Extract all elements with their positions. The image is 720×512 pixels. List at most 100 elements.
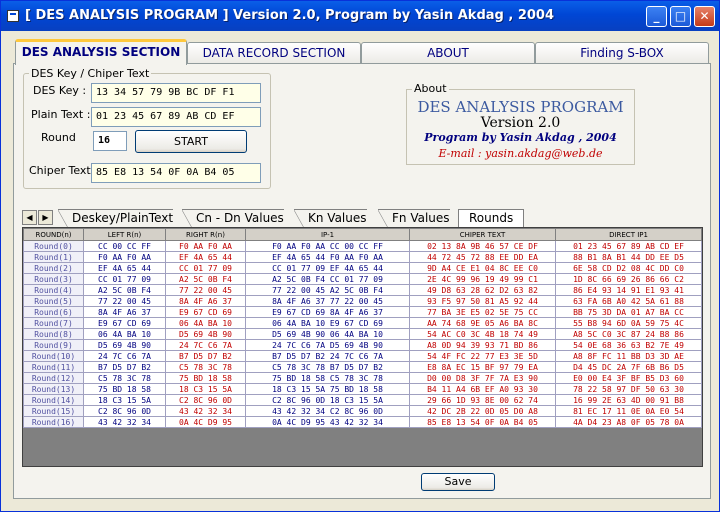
- table-cell[interactable]: A2 5C 0B F4: [165, 273, 246, 285]
- table-cell[interactable]: 16 99 2E 63 4D 00 91 B8: [555, 394, 702, 406]
- table-cell[interactable]: C5 78 3C 78: [165, 361, 246, 373]
- table-cell[interactable]: F0 AA F0 AA: [83, 251, 166, 263]
- subtab-deskey-plaintext[interactable]: Deskey/PlainText: [58, 209, 174, 228]
- table-row[interactable]: Round(5) 77 22 00 45 8A 4F A6 37 8A 4F A6 3…: [23, 295, 702, 307]
- table-cell[interactable]: EF 4A 65 44 F0 AA F0 AA: [245, 251, 410, 263]
- table-cell[interactable]: C5 78 3C 78: [83, 372, 166, 384]
- table-cell[interactable]: Round(13): [23, 383, 84, 395]
- tab-des-analysis[interactable]: DES ANALYSIS SECTION: [15, 39, 187, 65]
- table-row[interactable]: Round(8) 06 4A BA 10 D5 69 4B 90 D5 69 4B 9…: [23, 328, 702, 340]
- table-cell[interactable]: Round(15): [23, 405, 84, 417]
- table-cell[interactable]: 54 4F FC 22 77 E3 3E 5D: [409, 350, 556, 362]
- table-cell[interactable]: 75 BD 18 58: [83, 383, 166, 395]
- table-cell[interactable]: 88 B1 8A B1 44 DD EE D5: [555, 251, 702, 263]
- table-cell[interactable]: 75 BD 18 58 C5 78 3C 78: [245, 372, 410, 384]
- save-button[interactable]: Save: [421, 473, 495, 491]
- table-row[interactable]: Round(3) CC 01 77 09 A2 5C 0B F4 A2 5C 0B F…: [23, 273, 702, 285]
- col-round[interactable]: ROUND(n): [23, 228, 84, 241]
- table-cell[interactable]: B7 D5 D7 B2: [165, 350, 246, 362]
- table-cell[interactable]: 93 F5 97 50 81 A5 92 44: [409, 295, 556, 307]
- table-cell[interactable]: Round(0): [23, 240, 84, 252]
- table-cell[interactable]: 6E 58 CD D2 08 4C DD C0: [555, 262, 702, 274]
- table-cell[interactable]: 8A 4F A6 37: [83, 306, 166, 318]
- table-cell[interactable]: Round(12): [23, 372, 84, 384]
- table-cell[interactable]: B4 11 A4 6B EF A0 93 30: [409, 383, 556, 395]
- table-cell[interactable]: 06 4A BA 10 E9 67 CD 69: [245, 317, 410, 329]
- table-cell[interactable]: Round(3): [23, 273, 84, 285]
- table-cell[interactable]: 24 7C C6 7A: [83, 350, 166, 362]
- chiper-text-field[interactable]: 85 E8 13 54 0F 0A B4 05: [91, 163, 261, 183]
- subtab-cn-dn-values[interactable]: Cn - Dn Values: [182, 209, 284, 228]
- start-button[interactable]: START: [135, 130, 247, 153]
- table-row[interactable]: Round(9) D5 69 4B 90 24 7C C6 7A 24 7C C6 7…: [23, 339, 702, 351]
- table-cell[interactable]: Round(6): [23, 306, 84, 318]
- table-cell[interactable]: F0 AA F0 AA CC 00 CC FF: [245, 240, 410, 252]
- table-cell[interactable]: 49 D8 63 28 62 D2 63 82: [409, 284, 556, 296]
- table-cell[interactable]: 43 42 32 34 C2 8C 96 0D: [245, 405, 410, 417]
- table-cell[interactable]: A8 5C C0 3C 87 24 B8 86: [555, 328, 702, 340]
- table-cell[interactable]: E8 8A EC 15 BF 97 79 EA: [409, 361, 556, 373]
- table-cell[interactable]: E9 67 CD 69: [165, 306, 246, 318]
- table-cell[interactable]: 43 42 32 34: [165, 405, 246, 417]
- round-field[interactable]: 16: [93, 131, 127, 151]
- close-button[interactable]: ✕: [694, 6, 715, 27]
- tab-finding-sbox[interactable]: Finding S-BOX: [535, 42, 709, 63]
- table-cell[interactable]: 2E 4C 99 96 19 49 99 C1: [409, 273, 556, 285]
- table-cell[interactable]: CC 01 77 09: [165, 262, 246, 274]
- table-cell[interactable]: A2 5C 0B F4: [83, 284, 166, 296]
- table-cell[interactable]: 63 FA 6B A0 42 5A 61 88: [555, 295, 702, 307]
- table-cell[interactable]: 77 BA 3E E5 02 5E 75 CC: [409, 306, 556, 318]
- table-cell[interactable]: B7 D5 D7 B2 24 7C C6 7A: [245, 350, 410, 362]
- table-cell[interactable]: 86 E4 93 14 91 E1 93 41: [555, 284, 702, 296]
- table-cell[interactable]: Round(10): [23, 350, 84, 362]
- table-cell[interactable]: C2 8C 96 0D: [165, 394, 246, 406]
- table-cell[interactable]: 77 22 00 45: [83, 295, 166, 307]
- table-cell[interactable]: 0A 4C D9 95: [165, 416, 246, 428]
- table-cell[interactable]: 77 22 00 45 A2 5C 0B F4: [245, 284, 410, 296]
- table-cell[interactable]: Round(8): [23, 328, 84, 340]
- table-cell[interactable]: Round(9): [23, 339, 84, 351]
- table-cell[interactable]: E0 00 E4 3F BF B5 D3 60: [555, 372, 702, 384]
- table-cell[interactable]: F0 AA F0 AA: [165, 240, 246, 252]
- table-cell[interactable]: 4A D4 23 A8 0F 05 78 0A: [555, 416, 702, 428]
- table-cell[interactable]: C5 78 3C 78 B7 D5 D7 B2: [245, 361, 410, 373]
- des-key-field[interactable]: 13 34 57 79 9B BC DF F1: [91, 83, 261, 103]
- table-cell[interactable]: E9 67 CD 69 8A 4F A6 37: [245, 306, 410, 318]
- table-row[interactable]: Round(12) C5 78 3C 78 75 BD 18 58 75 BD 18 …: [23, 372, 702, 384]
- table-row[interactable]: Round(15) C2 8C 96 0D 43 42 32 34 43 42 32 …: [23, 405, 702, 417]
- table-cell[interactable]: C2 8C 96 0D: [83, 405, 166, 417]
- table-cell[interactable]: C2 8C 96 0D 18 C3 15 5A: [245, 394, 410, 406]
- table-cell[interactable]: D5 69 4B 90: [83, 339, 166, 351]
- table-row[interactable]: Round(6) 8A 4F A6 37 E9 67 CD 69 E9 67 CD 6…: [23, 306, 702, 318]
- table-cell[interactable]: 0A 4C D9 95 43 42 32 34: [245, 416, 410, 428]
- table-cell[interactable]: 24 7C C6 7A: [165, 339, 246, 351]
- table-cell[interactable]: CC 00 CC FF: [83, 240, 166, 252]
- table-row[interactable]: Round(16) 43 42 32 34 0A 4C D9 95 0A 4C D9 …: [23, 416, 702, 428]
- table-cell[interactable]: 42 DC 2B 22 0D 05 D0 A8: [409, 405, 556, 417]
- title-bar[interactable]: [ DES ANALYSIS PROGRAM ] Version 2.0, Pr…: [1, 1, 719, 31]
- table-cell[interactable]: Round(11): [23, 361, 84, 373]
- table-cell[interactable]: B7 D5 D7 B2: [83, 361, 166, 373]
- table-cell[interactable]: 8A 4F A6 37 77 22 00 45: [245, 295, 410, 307]
- table-cell[interactable]: D5 69 4B 90: [165, 328, 246, 340]
- table-cell[interactable]: Round(2): [23, 262, 84, 274]
- table-cell[interactable]: EF 4A 65 44: [83, 262, 166, 274]
- table-cell[interactable]: 29 66 1D 93 8E 00 62 74: [409, 394, 556, 406]
- table-cell[interactable]: Round(5): [23, 295, 84, 307]
- table-row[interactable]: Round(13) 75 BD 18 58 18 C3 15 5A 18 C3 15 …: [23, 383, 702, 395]
- table-cell[interactable]: 9D A4 CE E1 04 8C EE C0: [409, 262, 556, 274]
- table-cell[interactable]: Round(7): [23, 317, 84, 329]
- table-row[interactable]: Round(4) A2 5C 0B F4 77 22 00 45 77 22 00 4…: [23, 284, 702, 296]
- subtab-kn-values[interactable]: Kn Values: [294, 209, 367, 228]
- table-cell[interactable]: 44 72 45 72 88 EE DD EA: [409, 251, 556, 263]
- minimize-button[interactable]: _: [646, 6, 667, 27]
- tab-data-record[interactable]: DATA RECORD SECTION: [187, 42, 361, 63]
- table-cell[interactable]: 55 B8 94 6D 0A 59 75 4C: [555, 317, 702, 329]
- table-row[interactable]: Round(7) E9 67 CD 69 06 4A BA 10 06 4A BA 1…: [23, 317, 702, 329]
- table-row[interactable]: Round(2) EF 4A 65 44 CC 01 77 09 CC 01 77 0…: [23, 262, 702, 274]
- table-cell[interactable]: 78 22 58 97 DF 50 63 30: [555, 383, 702, 395]
- table-cell[interactable]: 24 7C C6 7A D5 69 4B 90: [245, 339, 410, 351]
- col-right[interactable]: RIGHT R(n): [165, 228, 246, 241]
- scroll-left-icon[interactable]: ◀: [22, 210, 37, 225]
- table-cell[interactable]: CC 01 77 09 EF 4A 65 44: [245, 262, 410, 274]
